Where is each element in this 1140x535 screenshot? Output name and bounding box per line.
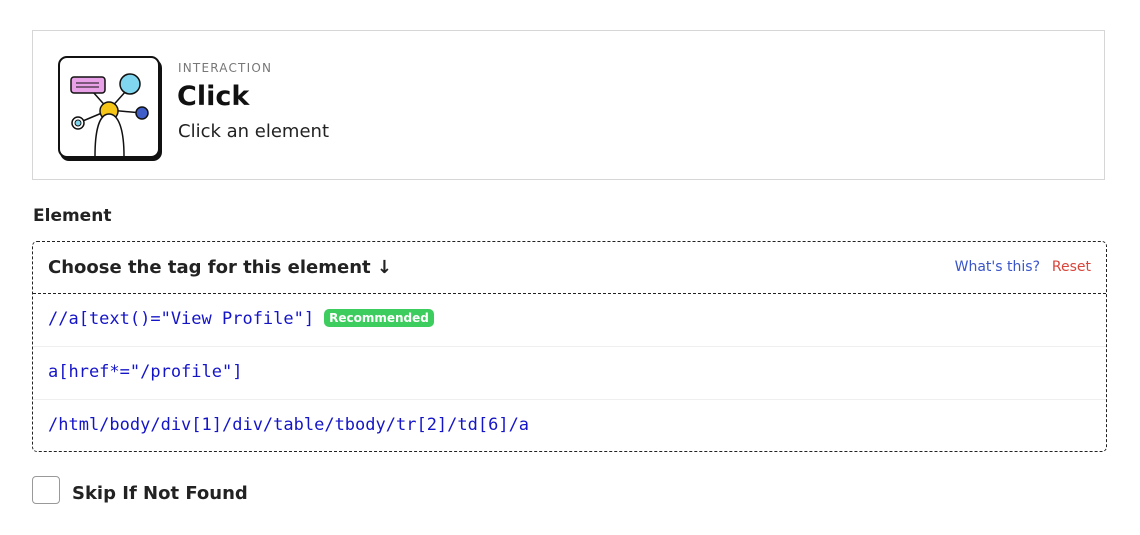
skip-if-not-found-checkbox[interactable]	[32, 476, 60, 504]
skip-if-not-found-label[interactable]: Skip If Not Found	[72, 483, 248, 504]
interaction-illustration-icon	[58, 56, 160, 158]
reset-link[interactable]: Reset	[1052, 259, 1091, 275]
selector-option[interactable]: /html/body/div[1]/div/table/tbody/tr[2]/…	[33, 400, 1106, 452]
selector-chooser: Choose the tag for this element ↓ What's…	[32, 241, 1107, 452]
recommended-badge: Recommended	[324, 309, 434, 327]
step-category: INTERACTION	[178, 61, 273, 75]
selector-option-code: //a[text()="View Profile"] Recommended	[48, 309, 434, 329]
selector-text: //a[text()="View Profile"]	[48, 309, 315, 329]
selector-option[interactable]: a[href*="/profile"]	[33, 347, 1106, 400]
selector-chooser-heading: Choose the tag for this element ↓	[48, 257, 392, 278]
step-description: Click an element	[178, 121, 329, 142]
selector-option[interactable]: //a[text()="View Profile"] Recommended	[33, 294, 1106, 347]
step-header-card: INTERACTION Click Click an element	[32, 30, 1105, 180]
selector-chooser-header: Choose the tag for this element ↓ What's…	[33, 242, 1106, 294]
selector-text: a[href*="/profile"]	[48, 362, 243, 382]
step-title: Click	[177, 81, 250, 112]
element-section-label: Element	[33, 206, 112, 226]
whats-this-link[interactable]: What's this?	[955, 259, 1040, 275]
selector-text: /html/body/div[1]/div/table/tbody/tr[2]/…	[48, 415, 530, 435]
